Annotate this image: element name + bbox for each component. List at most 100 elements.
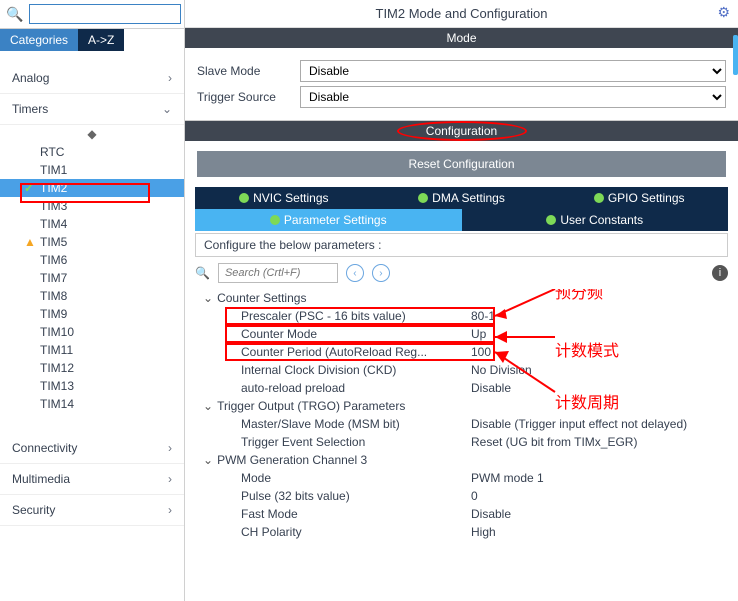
sidebar-item-tim9[interactable]: TIM9 bbox=[0, 305, 184, 323]
mode-bar: Mode bbox=[185, 28, 738, 48]
trigger-source-select[interactable]: Disable bbox=[300, 86, 726, 108]
tab-user-constants[interactable]: User Constants bbox=[462, 209, 729, 231]
panel-title: TIM2 Mode and Configuration ⚙ bbox=[185, 0, 738, 28]
row-pulse[interactable]: Pulse (32 bits value)0 bbox=[195, 487, 728, 505]
sidebar: 🔍 ⌄ ⚙ Categories A->Z Analog› Timers⌄ ◆ … bbox=[0, 0, 185, 601]
group-trgo[interactable]: ⌄ Trigger Output (TRGO) Parameters bbox=[195, 397, 728, 415]
cat-security[interactable]: Security › bbox=[0, 495, 184, 526]
sidebar-item-tim3[interactable]: TIM3 bbox=[0, 197, 184, 215]
param-key: Counter Period (AutoReload Reg... bbox=[241, 345, 471, 359]
param-search-input[interactable] bbox=[218, 263, 338, 283]
sidebar-item-tim7[interactable]: TIM7 bbox=[0, 269, 184, 287]
param-val: 100 bbox=[471, 345, 491, 359]
cat-timers[interactable]: Timers⌄ bbox=[0, 94, 184, 125]
chevron-right-icon: › bbox=[168, 472, 172, 486]
group-label: Trigger Output (TRGO) Parameters bbox=[217, 399, 405, 413]
search-icon: 🔍 bbox=[195, 266, 210, 280]
tab-gpio[interactable]: GPIO Settings bbox=[550, 187, 728, 209]
search-icon: 🔍 bbox=[6, 6, 23, 23]
check-icon bbox=[239, 193, 249, 203]
sidebar-search-input[interactable] bbox=[29, 4, 181, 24]
parameter-list: ⌄Counter Settings Prescaler (PSC - 16 bi… bbox=[185, 289, 738, 551]
slave-mode-select[interactable]: Disable bbox=[300, 60, 726, 82]
row-pwm-mode[interactable]: ModePWM mode 1 bbox=[195, 469, 728, 487]
slave-mode-label: Slave Mode bbox=[197, 64, 292, 78]
scrollbar-thumb[interactable] bbox=[733, 35, 738, 75]
row-counter-mode[interactable]: Counter ModeUp bbox=[195, 325, 728, 343]
sidebar-item-tim14[interactable]: TIM14 bbox=[0, 395, 184, 413]
param-val: Disable bbox=[471, 381, 511, 395]
group-label: PWM Generation Channel 3 bbox=[217, 453, 367, 467]
cat-analog[interactable]: Analog › bbox=[0, 63, 184, 94]
sidebar-item-label: TIM9 bbox=[40, 307, 67, 321]
param-key: Trigger Event Selection bbox=[241, 435, 471, 449]
param-key: Mode bbox=[241, 471, 471, 485]
param-val: PWM mode 1 bbox=[471, 471, 544, 485]
sidebar-item-label: TIM4 bbox=[40, 217, 67, 231]
row-auto-reload-preload[interactable]: auto-reload preloadDisable bbox=[195, 379, 728, 397]
tab-dma[interactable]: DMA Settings bbox=[373, 187, 551, 209]
row-prescaler[interactable]: Prescaler (PSC - 16 bits value)80-1 bbox=[195, 307, 728, 325]
sidebar-item-label: TIM13 bbox=[40, 379, 74, 393]
param-val: 80-1 bbox=[471, 309, 495, 323]
param-val: High bbox=[471, 525, 496, 539]
tab-a-to-z[interactable]: A->Z bbox=[78, 29, 124, 51]
chevron-right-icon: › bbox=[168, 503, 172, 517]
group-counter[interactable]: ⌄Counter Settings bbox=[195, 289, 728, 307]
tab-label: GPIO Settings bbox=[608, 191, 685, 205]
trigger-source-label: Trigger Source bbox=[197, 90, 292, 104]
row-msm[interactable]: Master/Slave Mode (MSM bit)Disable (Trig… bbox=[195, 415, 728, 433]
tab-label: DMA Settings bbox=[432, 191, 505, 205]
cat-label: Connectivity bbox=[12, 441, 77, 455]
tab-categories[interactable]: Categories bbox=[0, 29, 78, 51]
sidebar-item-tim8[interactable]: TIM8 bbox=[0, 287, 184, 305]
cat-connectivity[interactable]: Connectivity › bbox=[0, 433, 184, 464]
group-pwm[interactable]: ⌄PWM Generation Channel 3 bbox=[195, 451, 728, 469]
param-key: Master/Slave Mode (MSM bit) bbox=[241, 417, 471, 431]
search-prev-button[interactable]: ‹ bbox=[346, 264, 364, 282]
tab-parameter-settings[interactable]: Parameter Settings bbox=[195, 209, 462, 231]
chevron-right-icon: › bbox=[168, 441, 172, 455]
cat-label: Security bbox=[12, 503, 55, 517]
sidebar-item-label: TIM11 bbox=[40, 343, 73, 357]
sidebar-item-tim10[interactable]: TIM10 bbox=[0, 323, 184, 341]
row-trigger-event[interactable]: Trigger Event SelectionReset (UG bit fro… bbox=[195, 433, 728, 451]
warning-icon: ▲ bbox=[24, 235, 36, 249]
sidebar-item-label: TIM8 bbox=[40, 289, 67, 303]
chevron-right-icon: › bbox=[168, 71, 172, 85]
sidebar-item-tim12[interactable]: TIM12 bbox=[0, 359, 184, 377]
title-text: TIM2 Mode and Configuration bbox=[376, 6, 548, 21]
sidebar-item-tim11[interactable]: TIM11 bbox=[0, 341, 184, 359]
sort-toggle[interactable]: ◆ bbox=[0, 125, 184, 143]
row-counter-period[interactable]: Counter Period (AutoReload Reg...100 bbox=[195, 343, 728, 361]
sidebar-item-tim6[interactable]: TIM6 bbox=[0, 251, 184, 269]
sidebar-item-label: TIM14 bbox=[40, 397, 74, 411]
reset-configuration-button[interactable]: Reset Configuration bbox=[197, 151, 726, 177]
caret-down-icon: ⌄ bbox=[203, 399, 213, 413]
gear-icon[interactable]: ⚙ bbox=[717, 4, 730, 21]
row-ckd[interactable]: Internal Clock Division (CKD)No Division bbox=[195, 361, 728, 379]
cat-label: Analog bbox=[12, 71, 49, 85]
sidebar-item-rtc[interactable]: RTC bbox=[0, 143, 184, 161]
info-icon[interactable]: i bbox=[712, 265, 728, 281]
category-list: Analog› Timers⌄ ◆ RTCTIM1✓TIM2TIM3TIM4▲T… bbox=[0, 51, 184, 601]
sidebar-item-label: RTC bbox=[40, 145, 64, 159]
param-val: Reset (UG bit from TIMx_EGR) bbox=[471, 435, 637, 449]
param-val: 0 bbox=[471, 489, 478, 503]
sidebar-item-label: TIM2 bbox=[40, 181, 67, 195]
param-key: auto-reload preload bbox=[241, 381, 471, 395]
cat-multimedia[interactable]: Multimedia › bbox=[0, 464, 184, 495]
cat-label: Timers bbox=[12, 102, 48, 116]
sidebar-item-tim5[interactable]: ▲TIM5 bbox=[0, 233, 184, 251]
param-val: Disable (Trigger input effect not delaye… bbox=[471, 417, 687, 431]
row-ch-polarity[interactable]: CH PolarityHigh bbox=[195, 523, 728, 541]
search-next-button[interactable]: › bbox=[372, 264, 390, 282]
cat-label: Multimedia bbox=[12, 472, 70, 486]
sidebar-item-tim2[interactable]: ✓TIM2 bbox=[0, 179, 184, 197]
sidebar-item-tim4[interactable]: TIM4 bbox=[0, 215, 184, 233]
configuration-bar: Configuration bbox=[185, 121, 738, 141]
tab-nvic[interactable]: NVIC Settings bbox=[195, 187, 373, 209]
sidebar-item-tim1[interactable]: TIM1 bbox=[0, 161, 184, 179]
row-fast-mode[interactable]: Fast ModeDisable bbox=[195, 505, 728, 523]
sidebar-item-tim13[interactable]: TIM13 bbox=[0, 377, 184, 395]
